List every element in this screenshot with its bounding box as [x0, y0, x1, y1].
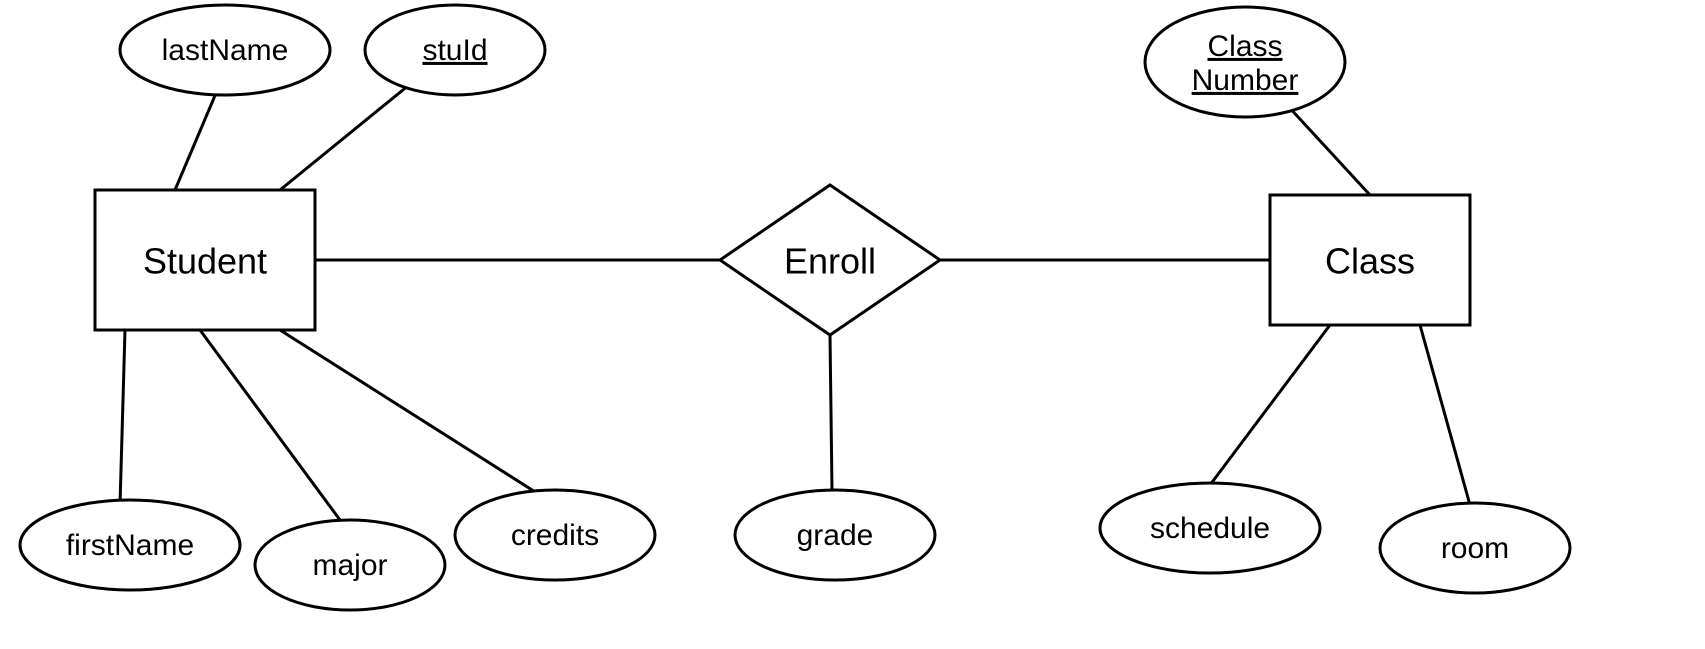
attribute-major-label: major — [312, 549, 387, 582]
relationship-enroll-label: Enroll — [784, 241, 876, 282]
attribute-classnumber-label1: Class — [1207, 30, 1282, 63]
entity-class-label: Class — [1325, 241, 1415, 282]
edge-student-firstname — [120, 330, 125, 505]
edge-class-room — [1420, 325, 1470, 505]
attribute-lastname-label: lastName — [162, 34, 289, 67]
er-diagram: Student Class Enroll lastName stuId firs… — [0, 0, 1705, 649]
edge-student-stuid — [280, 72, 425, 190]
edge-student-major — [200, 330, 340, 520]
edge-student-credits — [280, 330, 540, 495]
attribute-credits-label: credits — [511, 519, 599, 552]
attribute-firstname-label: firstName — [66, 529, 194, 562]
edge-enroll-grade — [830, 335, 832, 490]
attribute-room-label: room — [1441, 532, 1509, 565]
attribute-schedule-label: schedule — [1150, 512, 1270, 545]
attribute-grade-label: grade — [797, 519, 874, 552]
edge-class-schedule — [1210, 325, 1330, 485]
attribute-classnumber-label2: Number — [1192, 64, 1299, 97]
attribute-stuid-label: stuId — [422, 34, 487, 67]
entity-student-label: Student — [143, 241, 267, 282]
